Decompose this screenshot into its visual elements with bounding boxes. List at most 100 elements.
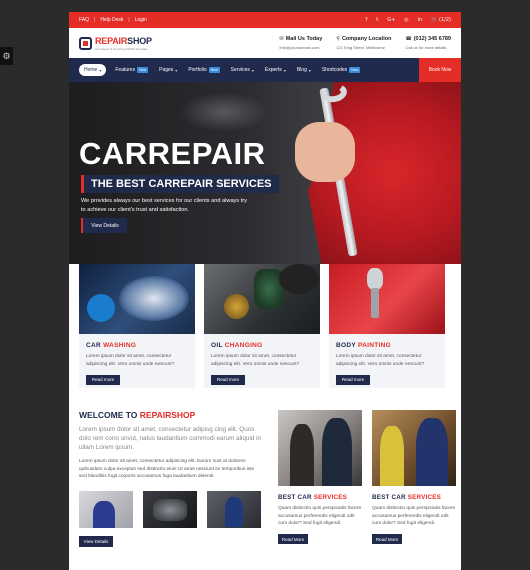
read-more-button[interactable]: Read more: [211, 374, 245, 385]
car-washing-image: [79, 264, 195, 334]
service-title-part: OIL: [211, 342, 225, 349]
block-title-part: BEST CAR: [372, 494, 408, 501]
block-title-accent: SERVICES: [313, 494, 348, 501]
service-title-accent: CHANGING: [224, 342, 263, 349]
nav-item-experts[interactable]: Experts ▾: [265, 67, 286, 73]
block-title-accent: SERVICES: [407, 494, 442, 501]
separator: |: [128, 17, 130, 23]
workshop-thumbnail[interactable]: [207, 490, 261, 528]
twitter-icon[interactable]: t: [376, 17, 378, 23]
hero-text: We provides always our best services for…: [81, 198, 247, 213]
instagram-icon[interactable]: ◎: [404, 17, 408, 23]
facebook-icon[interactable]: f: [365, 17, 367, 23]
mail-icon: ✉: [279, 36, 284, 42]
nav-item-label: Portfolio: [188, 67, 207, 73]
engine-thumbnail[interactable]: [143, 490, 197, 528]
nav-item-shortcodes[interactable]: Shortcodes New: [322, 67, 361, 73]
block-text: Quam distinctio quis perspiciatis facere…: [278, 506, 362, 526]
chevron-down-icon: ▾: [175, 67, 178, 73]
phone-title: (012) 345 6789: [413, 36, 451, 42]
cart-icon: 🛒: [431, 17, 438, 23]
feature-block: BEST CAR SERVICES Quam distinctio quis p…: [278, 410, 362, 548]
nav-item-home[interactable]: Home ▾: [79, 64, 107, 76]
settings-toggle[interactable]: ⚙: [0, 47, 13, 65]
service-title-accent: WASHING: [103, 342, 137, 349]
hero-banner: CARREPAIR THE BEST CARREPAIR SERVICES We…: [69, 82, 461, 264]
cart-count: (1/2): [439, 17, 451, 23]
read-more-button[interactable]: Read more: [86, 374, 120, 385]
nav-item-label: Experts: [264, 67, 282, 73]
site-logo[interactable]: REPAIRSHOP Car Repair & Servicing WWW Te…: [79, 36, 152, 51]
feature-block: BEST CAR SERVICES Quam distinctio quis p…: [372, 410, 456, 548]
mail-info: ✉ Mail Us Today info@yourdomain.com: [279, 36, 322, 50]
new-badge: New: [349, 67, 361, 73]
linkedin-icon[interactable]: in: [418, 17, 423, 23]
welcome-body: Lorem ipsum dolor sit amet, consectetur …: [79, 459, 255, 479]
nav-item-services[interactable]: Services ▾: [231, 67, 254, 73]
top-bar: FAQ | Help Desk | Login f t G+ ◎ in 🛒 (1…: [69, 12, 461, 28]
logo-mark-icon: [79, 36, 92, 50]
nav-item-label: Home: [84, 67, 98, 73]
chevron-down-icon: ▾: [308, 67, 311, 73]
nav-item-label: Pages: [159, 67, 174, 73]
welcome-section: WELCOME TO REPAIRSHOP Lorem ipsum dolor …: [79, 410, 261, 548]
nav-item-portfolio[interactable]: Portfolio New: [188, 67, 220, 73]
read-more-button[interactable]: Read More: [372, 534, 402, 544]
google-plus-icon[interactable]: G+: [387, 17, 395, 23]
location-info: ⚲ Company Location 121 King Street, Melbo…: [336, 36, 391, 50]
login-link[interactable]: Login: [135, 17, 147, 23]
hero-title: CARREPAIR: [79, 136, 266, 171]
hero-view-details-button[interactable]: View Details: [81, 218, 127, 233]
chevron-down-icon: ▾: [99, 67, 102, 73]
logo-word-repair: REPAIR: [95, 35, 128, 46]
chevron-down-icon: ▾: [283, 67, 286, 73]
new-badge: New: [137, 67, 149, 73]
service-text: Lorem ipsum dolor sit amet, consectetur …: [211, 354, 300, 367]
help-desk-link[interactable]: Help Desk: [100, 17, 123, 23]
faq-link[interactable]: FAQ: [79, 17, 89, 23]
welcome-lead: Lorem ipsum dolor sit amet, consectetur …: [79, 426, 262, 451]
hero-hand-image: [295, 122, 355, 182]
oil-changing-image: [204, 264, 320, 334]
nav-item-features[interactable]: Features New: [115, 67, 149, 73]
logo-tagline: Car Repair & Servicing WWW Template: [95, 46, 148, 51]
service-title-accent: PAINTING: [357, 342, 391, 349]
nav-item-label: Features: [115, 67, 136, 73]
cart-link[interactable]: 🛒 (1/2): [431, 17, 451, 23]
nav-item-label: Blog: [296, 67, 307, 73]
service-card: OIL CHANGING Lorem ipsum dolor sit amet,…: [204, 264, 320, 388]
logo-word-shop: SHOP: [127, 35, 152, 46]
book-now-button[interactable]: Book Now: [419, 58, 461, 82]
service-card: CAR WASHING Lorem ipsum dolor sit amet, …: [79, 264, 195, 388]
mail-value[interactable]: info@yourdomain.com: [279, 45, 319, 50]
hero-subtitle: THE BEST CARREPAIR SERVICES: [81, 175, 279, 193]
settings-icon: ⚙: [2, 51, 11, 61]
page: FAQ | Help Desk | Login f t G+ ◎ in 🛒 (1…: [69, 12, 461, 570]
phone-info: ☎ (012) 345 6789 Call us for more details: [405, 36, 451, 50]
phone-value: Call us for more details: [405, 45, 447, 50]
main-nav: Home ▾ Features New Pages ▾ Portfolio New Se…: [69, 58, 461, 82]
hero-light: [179, 92, 269, 132]
nav-item-pages[interactable]: Pages ▾: [159, 67, 177, 73]
welcome-view-details-button[interactable]: View Details: [79, 535, 113, 547]
service-card: BODY PAINTING Lorem ipsum dolor sit amet…: [329, 264, 445, 388]
location-title: Company Location: [341, 36, 392, 42]
mail-title: Mail Us Today: [285, 36, 323, 42]
phone-icon: ☎: [405, 36, 412, 42]
location-value: 121 King Street, Melbourne: [336, 45, 385, 50]
read-more-button[interactable]: Read more: [336, 374, 370, 385]
welcome-title-part: WELCOME TO: [79, 410, 140, 420]
service-title-part: CAR: [86, 342, 104, 349]
read-more-button[interactable]: Read More: [278, 534, 308, 544]
body-painting-image: [329, 264, 445, 334]
block-title-part: BEST CAR: [278, 494, 314, 501]
block-text: Quam distinctio quis perspiciatis facere…: [372, 506, 456, 526]
nav-item-label: Services: [230, 67, 250, 73]
location-pin-icon: ⚲: [336, 36, 340, 42]
header: REPAIRSHOP Car Repair & Servicing WWW Te…: [69, 28, 461, 58]
welcome-thumbnails: [79, 490, 261, 528]
mechanic-thumbnail[interactable]: [79, 490, 133, 528]
lower-section: WELCOME TO REPAIRSHOP Lorem ipsum dolor …: [69, 388, 461, 548]
chevron-down-icon: ▾: [251, 67, 254, 73]
nav-item-blog[interactable]: Blog ▾: [297, 67, 311, 73]
